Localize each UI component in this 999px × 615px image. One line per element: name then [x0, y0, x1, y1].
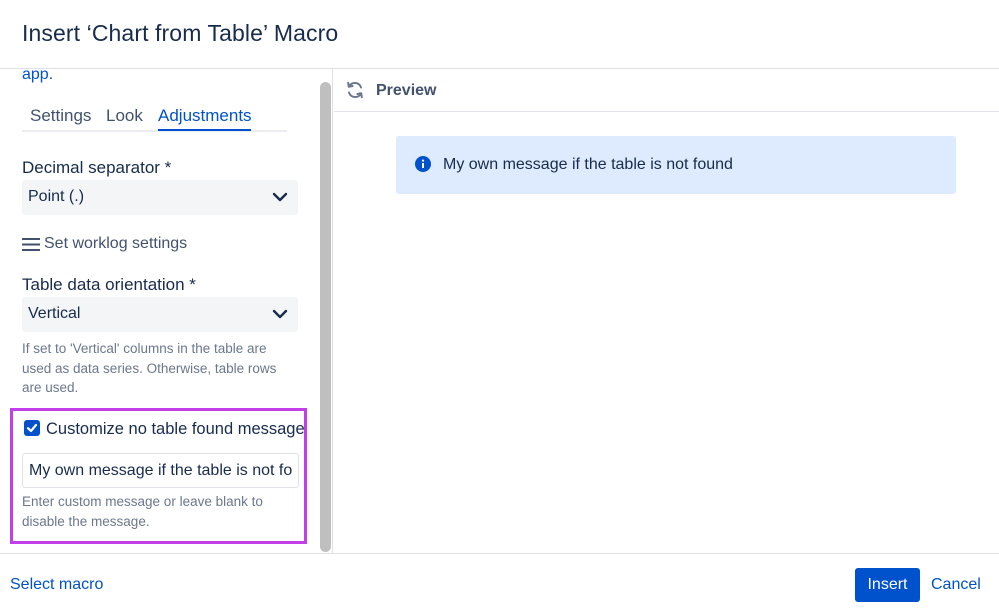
tab-settings[interactable]: Settings [30, 106, 91, 126]
chevron-down-icon [272, 309, 288, 319]
chevron-down-icon [272, 192, 288, 202]
refresh-icon[interactable] [345, 80, 365, 100]
no-table-message-section: Customize no table found message Enter c… [10, 408, 307, 544]
custom-message-help: Enter custom message or leave blank to d… [22, 494, 263, 529]
decimal-separator-label: Decimal separator * [22, 158, 172, 177]
settings-panel: app. Settings Look Adjustments Decimal s… [0, 69, 333, 553]
check-icon [26, 423, 38, 433]
intro-link[interactable]: app. [22, 69, 53, 84]
dialog-header: Insert ‘Chart from Table’ Macro [0, 0, 999, 69]
tab-look[interactable]: Look [106, 106, 143, 126]
select-macro-link[interactable]: Select macro [10, 576, 103, 594]
customize-message-checkbox[interactable] [24, 420, 40, 436]
preview-bar: Preview [334, 69, 999, 112]
dialog-title: Insert ‘Chart from Table’ Macro [22, 20, 339, 46]
custom-message-input[interactable] [22, 453, 299, 488]
menu-icon [22, 238, 40, 251]
decimal-separator-value: Point (.) [28, 188, 85, 205]
insert-button[interactable]: Insert [855, 568, 920, 602]
orientation-help: If set to 'Vertical' columns in the tabl… [22, 341, 277, 395]
dialog-footer: Select macro Insert Cancel [0, 553, 999, 615]
tab-adjustments[interactable]: Adjustments [158, 106, 252, 126]
settings-tabs: Settings Look Adjustments [22, 105, 287, 132]
info-icon [415, 156, 431, 172]
info-message-text: My own message if the table is not found [443, 156, 733, 173]
customize-message-label: Customize no table found message [46, 420, 305, 438]
scrollbar-thumb[interactable] [320, 82, 331, 552]
info-message: My own message if the table is not found [396, 136, 956, 194]
orientation-value: Vertical [28, 305, 81, 322]
worklog-settings-label: Set worklog settings [44, 235, 188, 252]
cancel-button[interactable]: Cancel [931, 576, 981, 594]
decimal-separator-select[interactable]: Point (.) [22, 180, 298, 215]
preview-label: Preview [376, 82, 437, 99]
active-tab-indicator [158, 129, 251, 131]
orientation-label: Table data orientation * [22, 275, 196, 294]
orientation-select[interactable]: Vertical [22, 297, 298, 332]
preview-panel: Preview My own message if the table is n… [334, 69, 999, 553]
settings-scrollbar[interactable] [320, 82, 331, 552]
